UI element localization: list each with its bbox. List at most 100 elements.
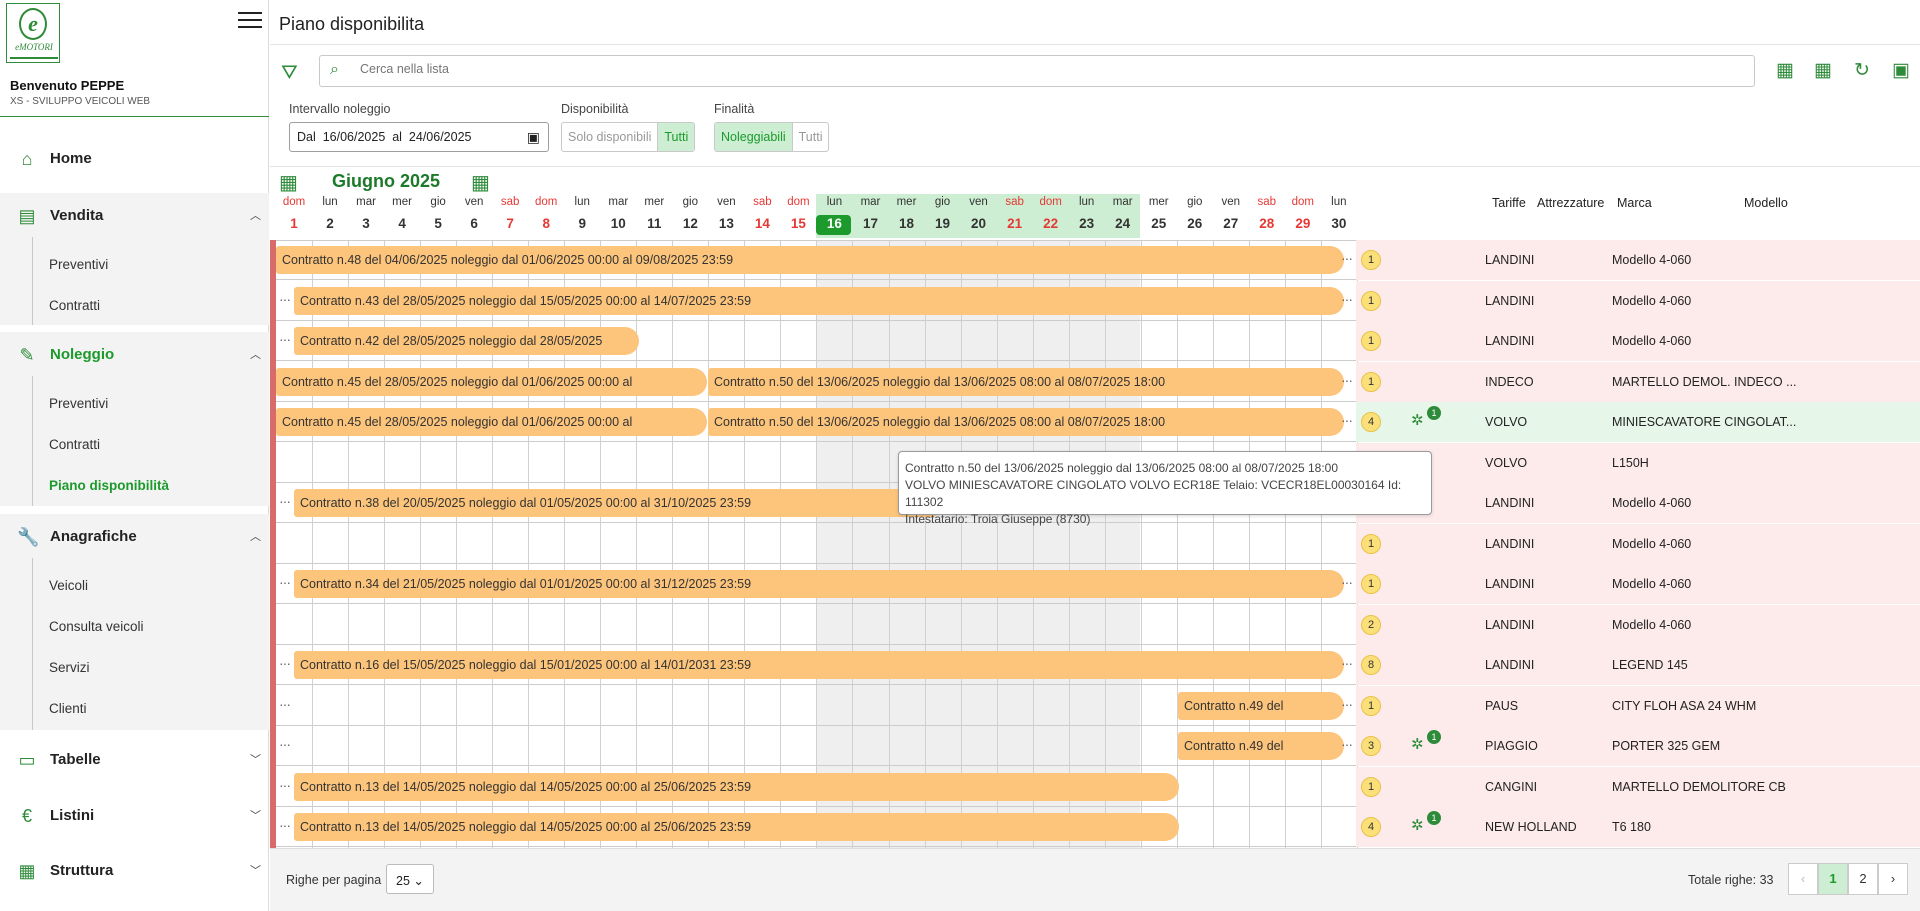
count-badge[interactable]: 8 bbox=[1361, 655, 1381, 675]
contract-bar[interactable]: Contratto n.34 del 21/05/2025 noleggio d… bbox=[294, 570, 1344, 598]
contract-bar[interactable]: Contratto n.49 del bbox=[1178, 732, 1344, 760]
more-before-icon[interactable]: ··· bbox=[279, 291, 291, 307]
nav-anagrafiche[interactable]: 🔧 Anagrafiche ︿ bbox=[0, 514, 269, 558]
more-after-icon[interactable]: ··· bbox=[1341, 736, 1353, 752]
nav-tabelle[interactable]: ▭ Tabelle ﹀ bbox=[0, 737, 269, 781]
page-1-button[interactable]: 1 bbox=[1818, 863, 1848, 895]
chevron-up-icon[interactable]: ︿ bbox=[250, 207, 261, 223]
day-number-16[interactable]: 16 bbox=[816, 216, 852, 231]
day-number-9[interactable]: 9 bbox=[564, 216, 600, 231]
col-attrezzature[interactable]: Attrezzature bbox=[1537, 196, 1604, 210]
nav-vendita-preventivi[interactable]: Preventivi bbox=[49, 257, 108, 272]
solo-disponibili-option[interactable]: Solo disponibili bbox=[562, 123, 657, 151]
contract-bar[interactable]: Contratto n.16 del 15/05/2025 noleggio d… bbox=[294, 651, 1344, 679]
more-before-icon[interactable]: ··· bbox=[279, 817, 291, 833]
nav-clienti[interactable]: Clienti bbox=[49, 701, 87, 716]
day-number-25[interactable]: 25 bbox=[1141, 216, 1177, 231]
more-before-icon[interactable]: ··· bbox=[279, 736, 291, 752]
count-badge[interactable]: 1 bbox=[1361, 695, 1381, 716]
more-after-icon[interactable]: ··· bbox=[1341, 696, 1353, 712]
more-before-icon[interactable]: ··· bbox=[279, 655, 291, 671]
more-before-icon[interactable]: ··· bbox=[279, 331, 291, 347]
day-number-28[interactable]: 28 bbox=[1249, 216, 1285, 231]
contract-bar[interactable]: Contratto n.43 del 28/05/2025 noleggio d… bbox=[294, 286, 1344, 315]
more-before-icon[interactable]: ··· bbox=[279, 574, 291, 590]
day-number-24[interactable]: 24 bbox=[1105, 216, 1141, 231]
day-number-7[interactable]: 7 bbox=[492, 216, 528, 231]
calendar-icon[interactable]: ▣ bbox=[527, 129, 540, 146]
hamburger-menu-icon[interactable] bbox=[238, 12, 262, 32]
day-number-11[interactable]: 11 bbox=[636, 216, 672, 231]
contract-bar[interactable]: Contratto n.50 del 13/06/2025 noleggio d… bbox=[708, 367, 1344, 396]
contract-bar[interactable]: Contratto n.50 del 13/06/2025 noleggio d… bbox=[708, 408, 1344, 436]
rows-per-page-select[interactable]: 25 ⌄ bbox=[386, 864, 434, 894]
nav-listini[interactable]: € Listini ﹀ bbox=[0, 793, 269, 837]
more-before-icon[interactable]: ··· bbox=[279, 493, 291, 509]
day-number-10[interactable]: 10 bbox=[600, 216, 636, 231]
nav-consulta-veicoli[interactable]: Consulta veicoli bbox=[49, 619, 144, 634]
nav-vendita[interactable]: ▤ Vendita ︿ bbox=[0, 193, 269, 237]
count-badge[interactable]: 1 bbox=[1361, 533, 1381, 554]
day-number-26[interactable]: 26 bbox=[1177, 216, 1213, 231]
chevron-up-icon[interactable]: ︿ bbox=[250, 528, 261, 544]
day-number-22[interactable]: 22 bbox=[1033, 216, 1069, 231]
day-number-27[interactable]: 27 bbox=[1213, 216, 1249, 231]
chevron-down-icon[interactable]: ﹀ bbox=[250, 807, 261, 823]
nav-noleggio[interactable]: ✎ Noleggio ︿ bbox=[0, 332, 269, 376]
nav-vendita-contratti[interactable]: Contratti bbox=[49, 298, 100, 313]
day-number-20[interactable]: 20 bbox=[961, 216, 997, 231]
contract-bar[interactable]: Contratto n.45 del 28/05/2025 noleggio d… bbox=[276, 367, 707, 396]
day-number-19[interactable]: 19 bbox=[925, 216, 961, 231]
day-number-2[interactable]: 2 bbox=[312, 216, 348, 231]
day-number-29[interactable]: 29 bbox=[1285, 216, 1321, 231]
page-2-button[interactable]: 2 bbox=[1848, 863, 1878, 895]
more-after-icon[interactable]: ··· bbox=[1341, 372, 1353, 388]
nav-noleggio-preventivi[interactable]: Preventivi bbox=[49, 396, 108, 411]
day-number-30[interactable]: 30 bbox=[1321, 216, 1357, 231]
emotori-logo[interactable]: e eMOTORI bbox=[6, 3, 60, 63]
count-badge[interactable]: 1 bbox=[1361, 290, 1381, 311]
refresh-icon[interactable]: ↻ bbox=[1849, 58, 1875, 84]
day-number-4[interactable]: 4 bbox=[384, 216, 420, 231]
more-after-icon[interactable]: ··· bbox=[1341, 574, 1353, 590]
day-number-6[interactable]: 6 bbox=[456, 216, 492, 231]
date-range-input[interactable]: Dal 16/06/2025 al 24/06/2025 ▣ bbox=[289, 122, 549, 152]
equipment-icon[interactable]: ✲ bbox=[1411, 735, 1424, 753]
more-before-icon[interactable]: ··· bbox=[279, 696, 291, 712]
filter-icon[interactable]: ⛛ bbox=[281, 62, 298, 85]
chevron-down-icon[interactable]: ﹀ bbox=[250, 751, 261, 767]
tutti-finalita-option[interactable]: Tutti bbox=[793, 123, 829, 151]
day-number-5[interactable]: 5 bbox=[420, 216, 456, 231]
contract-bar[interactable]: Contratto n.48 del 04/06/2025 noleggio d… bbox=[276, 246, 1344, 274]
day-number-23[interactable]: 23 bbox=[1069, 216, 1105, 231]
contract-bar[interactable]: Contratto n.45 del 28/05/2025 noleggio d… bbox=[276, 408, 707, 436]
day-number-1[interactable]: 1 bbox=[276, 216, 312, 231]
contract-bar[interactable]: Contratto n.13 del 14/05/2025 noleggio d… bbox=[294, 813, 1179, 841]
nav-servizi[interactable]: Servizi bbox=[49, 660, 90, 675]
nav-noleggio-piano-disponibilita[interactable]: Piano disponibilità bbox=[49, 478, 169, 493]
chevron-down-icon[interactable]: ﹀ bbox=[250, 862, 261, 878]
more-before-icon[interactable]: ··· bbox=[279, 777, 291, 793]
day-number-18[interactable]: 18 bbox=[889, 216, 925, 231]
count-badge[interactable]: 1 bbox=[1361, 331, 1381, 351]
count-badge[interactable]: 1 bbox=[1361, 776, 1381, 797]
search-input[interactable] bbox=[360, 62, 1740, 76]
tutti-disponibilita-option[interactable]: Tutti bbox=[657, 123, 695, 151]
day-number-8[interactable]: 8 bbox=[528, 216, 564, 231]
count-badge[interactable]: 4 bbox=[1361, 817, 1381, 837]
next-month-icon[interactable]: ▦ bbox=[471, 170, 490, 195]
count-badge[interactable]: 3 bbox=[1361, 736, 1381, 756]
col-tariffe[interactable]: Tariffe bbox=[1492, 196, 1526, 210]
day-number-17[interactable]: 17 bbox=[852, 216, 888, 231]
count-badge[interactable]: 2 bbox=[1361, 614, 1381, 635]
more-after-icon[interactable]: ··· bbox=[1341, 655, 1353, 671]
nav-home[interactable]: ⌂ Home bbox=[0, 136, 269, 180]
equipment-icon[interactable]: ✲ bbox=[1411, 816, 1424, 834]
prev-month-icon[interactable]: ▦ bbox=[279, 170, 298, 195]
contract-bar[interactable]: Contratto n.42 del 28/05/2025 noleggio d… bbox=[294, 327, 639, 355]
table-view-icon[interactable]: ▦ bbox=[1772, 58, 1798, 84]
table-settings-icon[interactable]: ▦ bbox=[1810, 58, 1836, 84]
prev-page-button[interactable]: ‹ bbox=[1788, 863, 1818, 895]
nav-struttura[interactable]: ▦ Struttura ﹀ bbox=[0, 848, 269, 892]
day-number-3[interactable]: 3 bbox=[348, 216, 384, 231]
